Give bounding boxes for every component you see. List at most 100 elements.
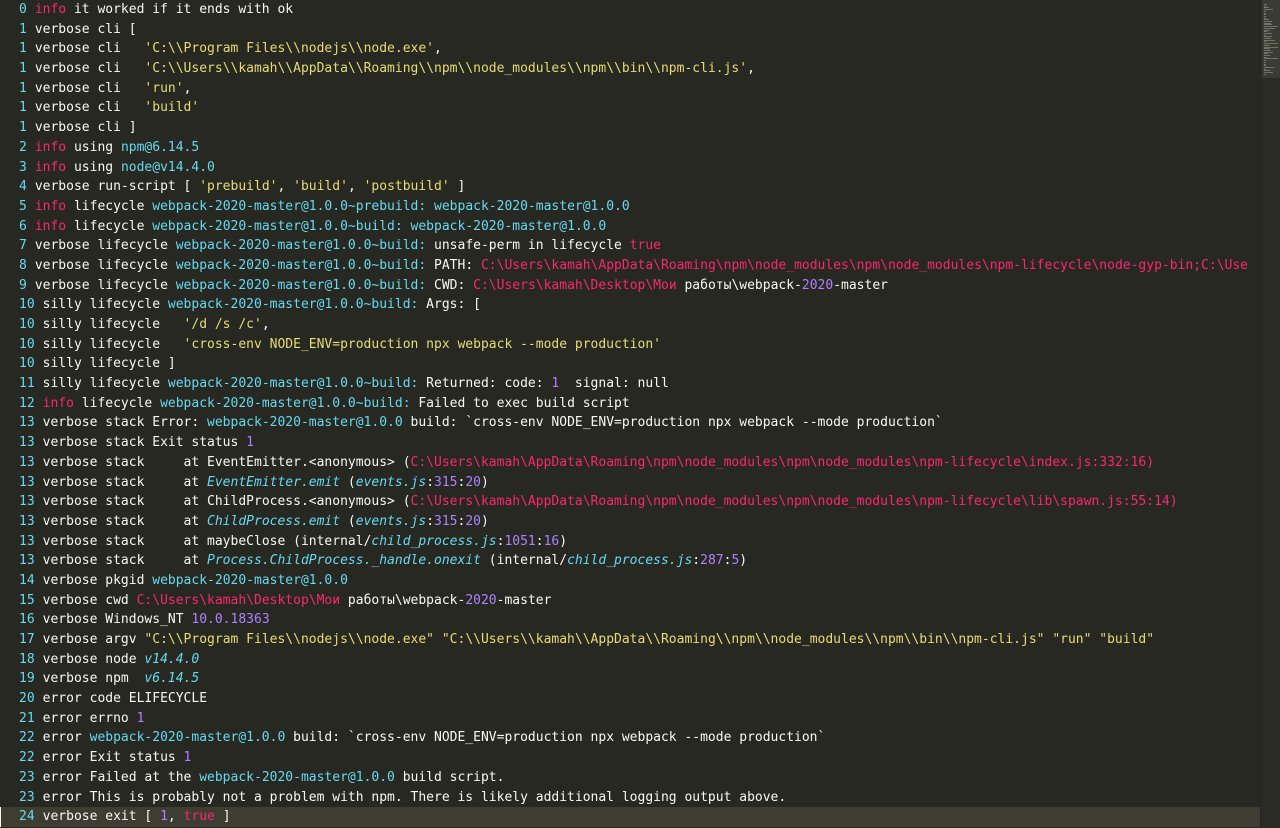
log-line[interactable]: 19 verbose npm v6.14.5 [0, 669, 1260, 689]
log-entry-number: 13 [19, 454, 35, 470]
log-line[interactable]: 18 verbose node v14.4.0 [0, 650, 1260, 670]
log-line[interactable]: 12 info lifecycle webpack-2020-master@1.0… [0, 394, 1260, 414]
log-text-segment: 10.0.18363 [191, 612, 270, 628]
log-entry-number: 12 [19, 395, 35, 411]
log-text-segment: webpack-2020-master@1.0.0 [89, 730, 286, 746]
log-level: silly [42, 336, 82, 352]
log-line[interactable]: 22 error Exit status 1 [0, 748, 1260, 768]
log-line[interactable]: 7 verbose lifecycle webpack-2020-master@1… [0, 236, 1260, 256]
log-text-segment: Failed to exec build script [410, 395, 630, 411]
log-line[interactable]: 10 silly lifecycle webpack-2020-master@1.… [0, 295, 1260, 315]
log-line[interactable]: 1 verbose cli ] [0, 118, 1260, 138]
log-line[interactable]: 11 silly lifecycle webpack-2020-master@1.… [0, 374, 1260, 394]
log-entry-number: 1 [19, 120, 27, 136]
log-text-segment: errno [89, 710, 137, 726]
log-line[interactable]: 10 silly lifecycle ] [0, 354, 1260, 374]
log-text-segment: Failed at the [89, 769, 200, 785]
log-text-segment: npm [105, 671, 145, 687]
log-line[interactable]: 13 verbose stack Exit status 1 [0, 433, 1260, 453]
log-line[interactable]: 14 verbose pkgid webpack-2020-master@1.0.… [0, 571, 1260, 591]
log-text-segment: node [105, 651, 145, 667]
code-editor[interactable]: 0 info it worked if it ends with ok 1 verbo… [0, 0, 1260, 828]
log-text-segment: using [73, 139, 121, 155]
log-line[interactable]: 6 info lifecycle webpack-2020-master@1.0.… [0, 217, 1260, 237]
log-line[interactable]: 4 verbose run-script [ 'prebuild', 'build… [0, 177, 1260, 197]
log-line[interactable]: 13 verbose stack at Process.ChildProcess.… [0, 551, 1260, 571]
log-entry-number: 13 [19, 533, 35, 549]
log-level: error [42, 789, 82, 805]
log-level: verbose [34, 80, 90, 96]
log-line[interactable]: 2 info using npm@6.14.5 [0, 138, 1260, 158]
log-level: verbose [34, 238, 90, 254]
log-line[interactable]: 21 error errno 1 [0, 709, 1260, 729]
log-text-segment: true [629, 238, 661, 254]
log-text-segment: ( [340, 513, 356, 529]
log-line[interactable]: 13 verbose stack at EventEmitter.<anonymo… [0, 453, 1260, 473]
log-text-segment: lifecycle [73, 198, 153, 214]
log-entry-number: 4 [19, 179, 27, 195]
log-entry-number: 13 [19, 435, 35, 451]
log-line[interactable]: 5 info lifecycle webpack-2020-master@1.0.… [0, 197, 1260, 217]
log-entry-number: 22 [19, 750, 35, 766]
log-line[interactable]: 13 verbose stack at maybeClose (internal/… [0, 532, 1260, 552]
log-text-segment: 'cross-env NODE_ENV=production npx webpa… [183, 336, 661, 352]
log-entry-number: 2 [19, 139, 27, 155]
log-line[interactable]: 15 verbose cwd C:\Users\kamah\Desktop\Мои… [0, 591, 1260, 611]
log-entry-number: 10 [19, 336, 35, 352]
log-text-segment: ] [214, 809, 231, 825]
log-text-segment: Returned: code: [418, 376, 552, 392]
log-level: info [42, 395, 74, 411]
log-text-segment: 'build' [144, 100, 200, 116]
log-entry-number: 13 [19, 494, 35, 510]
log-line[interactable]: 24 verbose exit [ 1, true ] [0, 807, 1260, 827]
log-text-segment: Args: [ [418, 297, 481, 313]
log-line[interactable]: 20 error code ELIFECYCLE [0, 689, 1260, 709]
log-line[interactable]: 22 error webpack-2020-master@1.0.0 build:… [0, 728, 1260, 748]
log-line[interactable]: 0 info it worked if it ends with ok [0, 0, 1260, 20]
log-text-segment: stack at [105, 474, 208, 490]
log-text-segment: lifecycle [81, 395, 161, 411]
log-line[interactable]: 13 verbose stack at EventEmitter.emit (ev… [0, 473, 1260, 493]
minimap[interactable] [1262, 0, 1280, 828]
log-line[interactable]: 1 verbose cli 'build' [0, 98, 1260, 118]
log-line[interactable]: 13 verbose stack Error: webpack-2020-mast… [0, 413, 1260, 433]
log-entry-number: 13 [19, 513, 35, 529]
log-line[interactable]: 13 verbose stack at ChildProcess.emit (ev… [0, 512, 1260, 532]
log-line[interactable]: 13 verbose stack at ChildProcess.<anonymo… [0, 492, 1260, 512]
log-text-segment: webpack-2020-master@1.0.0~build: [175, 257, 427, 273]
log-text-segment: : [426, 513, 435, 529]
log-line[interactable]: 3 info using node@v14.4.0 [0, 158, 1260, 178]
log-text-segment: lifecycle [97, 238, 176, 254]
log-entry-number: 8 [19, 257, 27, 273]
log-text-segment: webpack-2020-master@1.0.0~build: [175, 277, 427, 293]
log-line[interactable]: 23 error This is probably not a problem w… [0, 788, 1260, 808]
log-line[interactable]: 10 silly lifecycle 'cross-env NODE_ENV=pr… [0, 335, 1260, 355]
log-line[interactable]: 1 verbose cli 'run', [0, 79, 1260, 99]
log-text-segment: npm@6.14.5 [120, 139, 200, 155]
log-line[interactable]: 1 verbose cli [ [0, 20, 1260, 40]
log-line[interactable]: 10 silly lifecycle '/d /s /c', [0, 315, 1260, 335]
log-entry-number: 1 [19, 80, 27, 96]
log-entry-number: 14 [19, 572, 35, 588]
log-line[interactable]: 9 verbose lifecycle webpack-2020-master@1… [0, 276, 1260, 296]
log-line[interactable]: 8 verbose lifecycle webpack-2020-master@1… [0, 256, 1260, 276]
log-line[interactable]: 1 verbose cli 'C:\\Program Files\\nodejs\… [0, 39, 1260, 59]
log-line[interactable]: 16 verbose Windows_NT 10.0.18363 [0, 610, 1260, 630]
log-level: silly [42, 317, 82, 332]
log-line[interactable]: 17 verbose argv "C:\\Program Files\\nodej… [0, 630, 1260, 650]
log-text-segment: : [535, 533, 544, 549]
log-text-segment: -master [496, 592, 552, 608]
log-text-segment: ) [739, 553, 748, 569]
log-level: verbose [42, 809, 98, 825]
log-level: silly [42, 376, 82, 392]
log-text-segment: lifecycle [89, 297, 168, 313]
log-text-segment: -master [833, 277, 888, 293]
log-level: verbose [42, 651, 98, 667]
log-entry-number: 10 [19, 297, 35, 313]
log-text-segment: CWD: [426, 277, 474, 293]
log-entry-number: 20 [19, 691, 35, 707]
log-line[interactable]: 1 verbose cli 'C:\\Users\\kamah\\AppData\… [0, 59, 1260, 79]
log-text-segment: работы\webpack- [340, 592, 466, 608]
log-text-segment: работы\webpack- [676, 277, 802, 293]
log-line[interactable]: 23 error Failed at the webpack-2020-maste… [0, 768, 1260, 788]
